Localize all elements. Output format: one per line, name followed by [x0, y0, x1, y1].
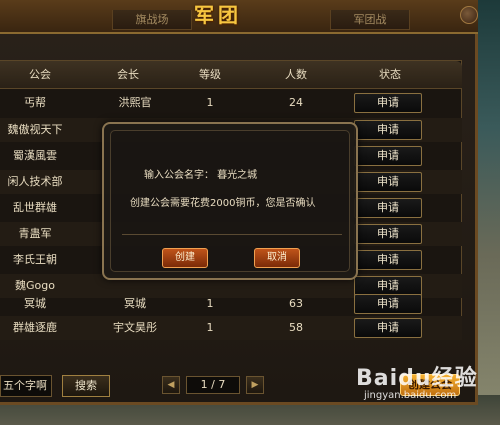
guild-leader: 冥城 — [124, 297, 146, 310]
create-guild-modal: 输入公会名字： 暮光之城 创建公会需要花费2000铜币，您是否确认 创建 取消 — [102, 122, 358, 280]
guild-count: 58 — [289, 321, 303, 334]
title-bar: 旗战场 军团 军团战 — [0, 0, 478, 34]
watermark-url: jingyan.baidu.com — [364, 390, 457, 401]
apply-button[interactable]: 申请 — [354, 93, 422, 113]
guild-name: 乱世群雄 — [13, 201, 57, 214]
prev-page-button[interactable]: ◀ — [162, 376, 180, 394]
guild-name: 青蛊军 — [18, 227, 52, 240]
apply-button[interactable]: 申请 — [354, 172, 422, 192]
confirm-create-button[interactable]: 创建 — [162, 248, 208, 268]
guild-name: 魏傲视天下 — [7, 123, 63, 136]
guild-name: 群雄逐鹿 — [13, 321, 57, 334]
guild-level: 1 — [206, 297, 214, 310]
apply-button[interactable]: 申请 — [354, 318, 422, 338]
apply-button[interactable]: 申请 — [354, 250, 422, 270]
apply-button[interactable]: 申请 — [354, 294, 422, 314]
guild-name: 李氏王朝 — [13, 253, 57, 266]
cancel-button[interactable]: 取消 — [254, 248, 300, 268]
watermark-logo: Baidu经验 — [356, 366, 478, 391]
guild-name: 蜀漢風雲 — [13, 149, 57, 162]
window-title: 军团 — [194, 3, 242, 27]
close-button[interactable] — [460, 6, 478, 24]
search-button[interactable]: 搜索 — [62, 375, 110, 397]
apply-button[interactable]: 申请 — [354, 198, 422, 218]
header-level: 等级 — [199, 68, 221, 81]
header-leader: 会长 — [117, 68, 139, 81]
table-row: 群雄逐鹿 宇文昊彤 1 58 申请 — [0, 316, 462, 340]
header-status: 状态 — [379, 68, 401, 81]
guild-level: 1 — [206, 321, 214, 334]
search-input[interactable]: 五个字啊 — [0, 375, 52, 397]
next-page-button[interactable]: ▶ — [246, 376, 264, 394]
guild-name-line: 输入公会名字： 暮光之城 — [144, 170, 258, 181]
modal-divider — [122, 234, 342, 235]
header-count: 人数 — [285, 68, 307, 81]
guild-count: 63 — [289, 297, 303, 310]
guild-level: 1 — [206, 96, 214, 109]
guild-count: 24 — [289, 96, 303, 109]
confirm-message: 创建公会需要花费2000铜币，您是否确认 — [130, 198, 316, 209]
guild-leader: 宇文昊彤 — [113, 321, 157, 334]
table-row: 冥城 冥城 1 63 申请 — [0, 292, 462, 316]
title-tab-right[interactable]: 军团战 — [330, 10, 410, 30]
page-indicator: 1 / 7 — [186, 376, 240, 394]
apply-button[interactable]: 申请 — [354, 146, 422, 166]
watermark: Baidu经验 jingyan.baidu.com — [356, 360, 486, 420]
table-row: 丐帮 洪熙官 1 24 申请 — [0, 91, 462, 115]
header-guild: 公会 — [29, 68, 51, 81]
guild-name: 闲人技术部 — [7, 175, 63, 188]
guild-name: 丐帮 — [24, 96, 46, 109]
guild-leader: 洪熙官 — [118, 96, 152, 109]
table-header: 公会 会长 等级 人数 状态 — [0, 61, 462, 89]
guild-name: 冥城 — [24, 297, 46, 310]
apply-button[interactable]: 申请 — [354, 224, 422, 244]
apply-button[interactable]: 申请 — [354, 120, 422, 140]
